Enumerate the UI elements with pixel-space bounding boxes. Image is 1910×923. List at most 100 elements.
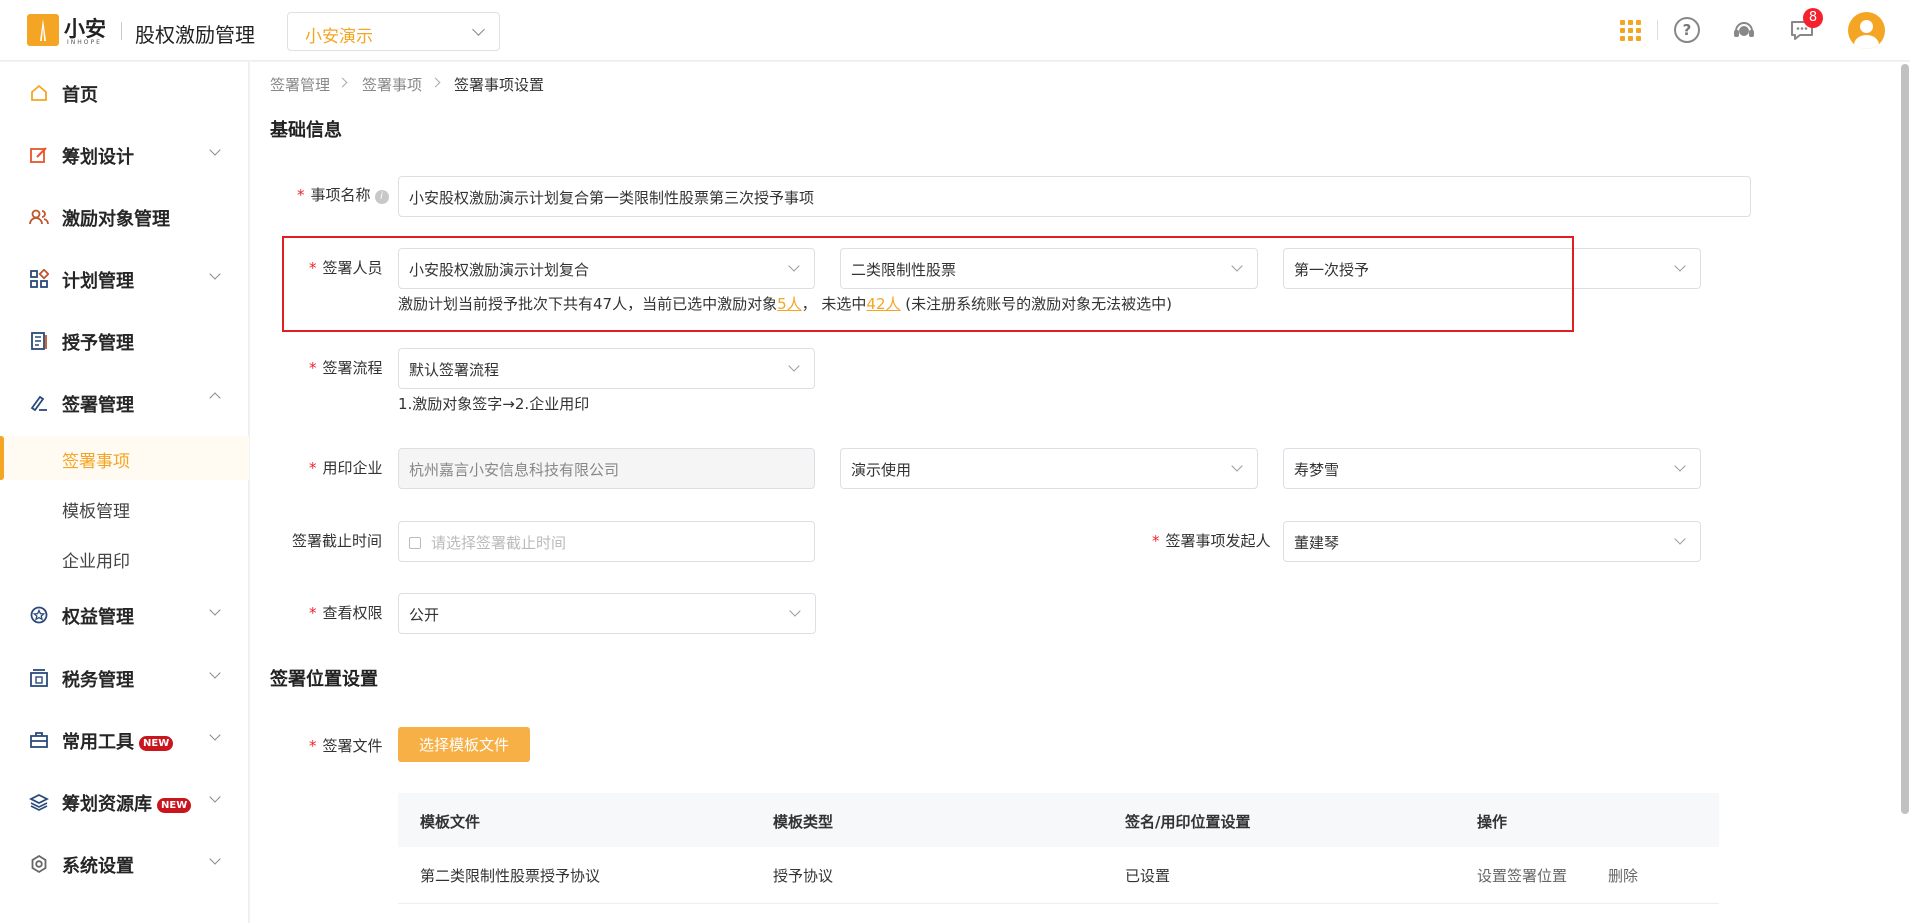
help-icon[interactable]: ? xyxy=(1674,17,1700,43)
initiator-label: * 签署事项发起人 xyxy=(1152,532,1271,550)
sidebar-item-tools[interactable]: 常用工具 NEW xyxy=(0,719,249,759)
sidebar-item-equity[interactable]: 权益管理 xyxy=(0,594,249,634)
chevron-down-icon xyxy=(209,604,221,616)
chevron-down-icon xyxy=(1231,260,1243,272)
sidebar-item-planning[interactable]: 筹划设计 xyxy=(0,134,249,174)
sidebar-item-label: 激励对象管理 xyxy=(62,209,170,230)
toolbox-icon xyxy=(30,732,48,748)
sidebar-item-label: 筹划设计 xyxy=(62,147,134,168)
chevron-up-icon xyxy=(209,392,221,404)
sidebar-item-signing[interactable]: 签署管理 xyxy=(0,382,249,422)
sidebar-item-plans[interactable]: 计划管理 xyxy=(0,258,249,298)
flow-label: * 签署流程 xyxy=(309,359,383,377)
customer-service-icon[interactable] xyxy=(1731,17,1757,43)
chevron-down-icon xyxy=(209,853,221,865)
logo-subtext: INHOPE xyxy=(67,39,102,46)
chevron-down-icon xyxy=(788,260,800,272)
initiator-select[interactable]: 董建琴 xyxy=(1283,521,1701,562)
sidebar-item-resources[interactable]: 筹划资源库 NEW xyxy=(0,781,249,821)
notification-badge: 8 xyxy=(1803,8,1823,28)
sidebar-item-tax[interactable]: 税务管理 xyxy=(0,657,249,697)
chevron-down-icon xyxy=(209,667,221,679)
sidebar-subitem-sign-items[interactable]: 签署事项 xyxy=(0,436,249,480)
set-position-link[interactable]: 设置签署位置 xyxy=(1477,865,1567,886)
delete-link[interactable]: 删除 xyxy=(1608,865,1638,886)
breadcrumb-item[interactable]: 签署事项 xyxy=(362,74,422,95)
column-header: 模板类型 xyxy=(773,813,834,831)
toolbar-divider xyxy=(1657,20,1658,40)
permission-select[interactable]: 公开 xyxy=(398,593,816,634)
new-badge: NEW xyxy=(157,798,192,813)
section-title-basic: 基础信息 xyxy=(270,120,342,141)
selected-count-link[interactable]: 5人 xyxy=(777,295,802,313)
table-row: 第二类限制性股票授予协议 授予协议 已设置 设置签署位置 删除 xyxy=(398,847,1719,904)
sidebar-subitem-company-seal[interactable]: 企业用印 xyxy=(0,536,249,580)
company-select-value: 小安演示 xyxy=(305,27,373,47)
sidebar-item-label: 系统设置 xyxy=(62,856,134,877)
info-icon[interactable]: i xyxy=(374,190,389,204)
signer-type-select[interactable]: 二类限制性股票 xyxy=(840,248,1258,289)
item-name-input[interactable]: 小安股权激励演示计划复合第一类限制性股票第三次授予事项 xyxy=(398,176,1751,217)
main-content: 签署管理 签署事项 签署事项设置 基础信息 * 事项名称 i 小安股权激励演示计划复… xyxy=(250,62,1900,923)
chevron-down-icon xyxy=(788,360,800,372)
avatar[interactable] xyxy=(1848,12,1885,49)
logo-divider xyxy=(121,22,122,40)
sidebar-item-label: 签署管理 xyxy=(62,395,134,416)
seal-use-select[interactable]: 演示使用 xyxy=(840,448,1258,489)
signer-grant-select[interactable]: 第一次授予 xyxy=(1283,248,1701,289)
logo-icon xyxy=(27,14,59,46)
gear-icon xyxy=(31,854,47,874)
sidebar-item-settings[interactable]: 系统设置 xyxy=(0,843,249,883)
scrollbar-thumb[interactable] xyxy=(1901,64,1909,814)
sidebar-item-label: 授予管理 xyxy=(62,333,134,354)
deadline-label: 签署截止时间 xyxy=(292,532,383,550)
sidebar-subitem-label: 企业用印 xyxy=(62,552,130,572)
sidebar-item-grants[interactable]: 授予管理 xyxy=(0,320,249,360)
chevron-down-icon xyxy=(209,268,221,280)
sidebar-item-participants[interactable]: 激励对象管理 xyxy=(0,196,249,236)
apps-grid-icon[interactable] xyxy=(1617,17,1643,43)
column-header: 操作 xyxy=(1477,813,1508,831)
signer-plan-select[interactable]: 小安股权激励演示计划复合 xyxy=(398,248,815,289)
flow-select[interactable]: 默认签署流程 xyxy=(398,348,815,389)
template-file-cell: 第二类限制性股票授予协议 xyxy=(420,867,601,885)
new-badge: NEW xyxy=(139,736,174,751)
company-select[interactable]: 小安演示 xyxy=(287,12,500,51)
item-name-label: * 事项名称 i xyxy=(297,184,389,205)
template-type-cell: 授予协议 xyxy=(773,867,834,885)
document-icon xyxy=(31,332,47,350)
chevron-down-icon xyxy=(1674,460,1686,472)
seal-person-select[interactable]: 寿梦雪 xyxy=(1283,448,1701,489)
template-table: 模板文件 模板类型 签名/用印位置设置 操作 第二类限制性股票授予协议 授予协议… xyxy=(398,793,1719,904)
sidebar: 首页 筹划设计 激励对象管理 计划管理 授予管理 签署管理 签署事项 模板管理 … xyxy=(0,62,249,923)
sidebar-item-label: 权益管理 xyxy=(62,607,134,628)
column-header: 模板文件 xyxy=(420,813,481,831)
tax-icon xyxy=(30,669,48,687)
column-header: 签名/用印位置设置 xyxy=(1125,813,1251,831)
app-title: 股权激励管理 xyxy=(135,23,255,47)
layers-icon xyxy=(29,793,49,811)
sidebar-item-label: 筹划资源库 NEW xyxy=(62,790,192,816)
breadcrumb-current: 签署事项设置 xyxy=(454,76,545,94)
table-header: 模板文件 模板类型 签名/用印位置设置 操作 xyxy=(398,793,1719,847)
select-template-button[interactable]: 选择模板文件 xyxy=(398,727,530,762)
unselected-count-link[interactable]: 42人 xyxy=(866,295,900,313)
seal-label: * 用印企业 xyxy=(309,459,383,477)
sidebar-subitem-templates[interactable]: 模板管理 xyxy=(0,486,249,530)
signer-hint: 激励计划当前授予批次下共有47人，当前已选中激励对象5人， 未选中42人 (未注… xyxy=(398,295,1172,313)
sidebar-item-label: 税务管理 xyxy=(62,670,134,691)
permission-label: * 查看权限 xyxy=(309,604,383,622)
edit-icon xyxy=(30,147,47,163)
medal-icon xyxy=(30,606,48,624)
flow-hint: 1.激励对象签字→2.企业用印 xyxy=(398,395,590,413)
chevron-right-icon xyxy=(337,77,348,88)
sidebar-item-home[interactable]: 首页 xyxy=(0,72,249,112)
deadline-date-picker[interactable]: 请选择签署截止时间 xyxy=(398,521,815,562)
sidebar-item-label: 首页 xyxy=(62,85,98,106)
breadcrumb-item[interactable]: 签署管理 xyxy=(270,74,330,95)
sidebar-item-label: 常用工具 NEW xyxy=(62,728,174,754)
signature-icon xyxy=(30,395,47,412)
section-title-position: 签署位置设置 xyxy=(270,669,378,690)
users-icon xyxy=(29,209,49,225)
scrollbar[interactable] xyxy=(1900,62,1910,923)
